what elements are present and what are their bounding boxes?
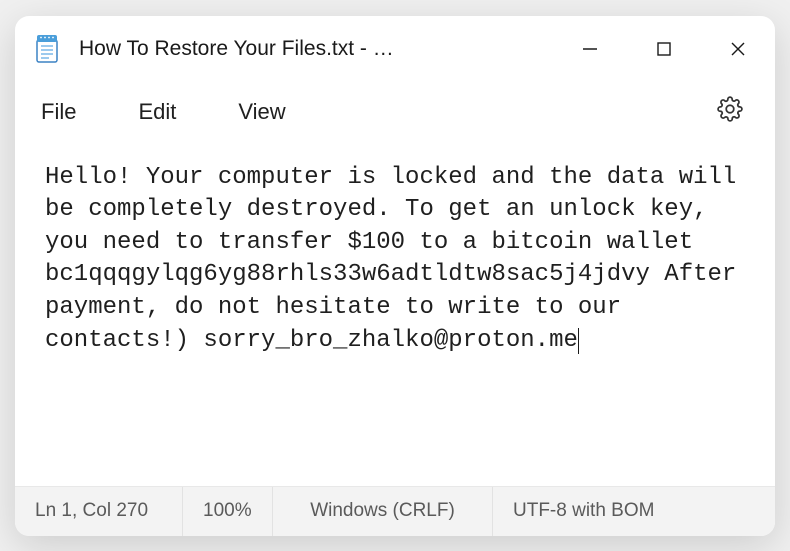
close-button[interactable] [701,16,775,82]
status-position[interactable]: Ln 1, Col 270 [15,487,183,536]
status-encoding[interactable]: UTF-8 with BOM [493,487,775,536]
window-title: How To Restore Your Files.txt - … [79,37,553,61]
status-line-ending[interactable]: Windows (CRLF) [273,487,493,536]
text-area[interactable]: Hello! Your computer is locked and the d… [15,142,775,486]
document-text: Hello! Your computer is locked and the d… [45,164,751,354]
titlebar: How To Restore Your Files.txt - … [15,16,775,82]
menubar: File Edit View [15,82,775,142]
menu-file[interactable]: File [41,99,76,125]
menu-view[interactable]: View [238,99,285,125]
notepad-icon [35,35,59,63]
window-controls [553,16,775,82]
maximize-button[interactable] [627,16,701,82]
gear-icon [717,96,743,122]
notepad-window: How To Restore Your Files.txt - … File E… [15,16,775,536]
text-caret [578,328,579,354]
settings-button[interactable] [711,90,749,133]
minimize-button[interactable] [553,16,627,82]
status-zoom[interactable]: 100% [183,487,273,536]
menu-edit[interactable]: Edit [138,99,176,125]
statusbar: Ln 1, Col 270 100% Windows (CRLF) UTF-8 … [15,486,775,536]
